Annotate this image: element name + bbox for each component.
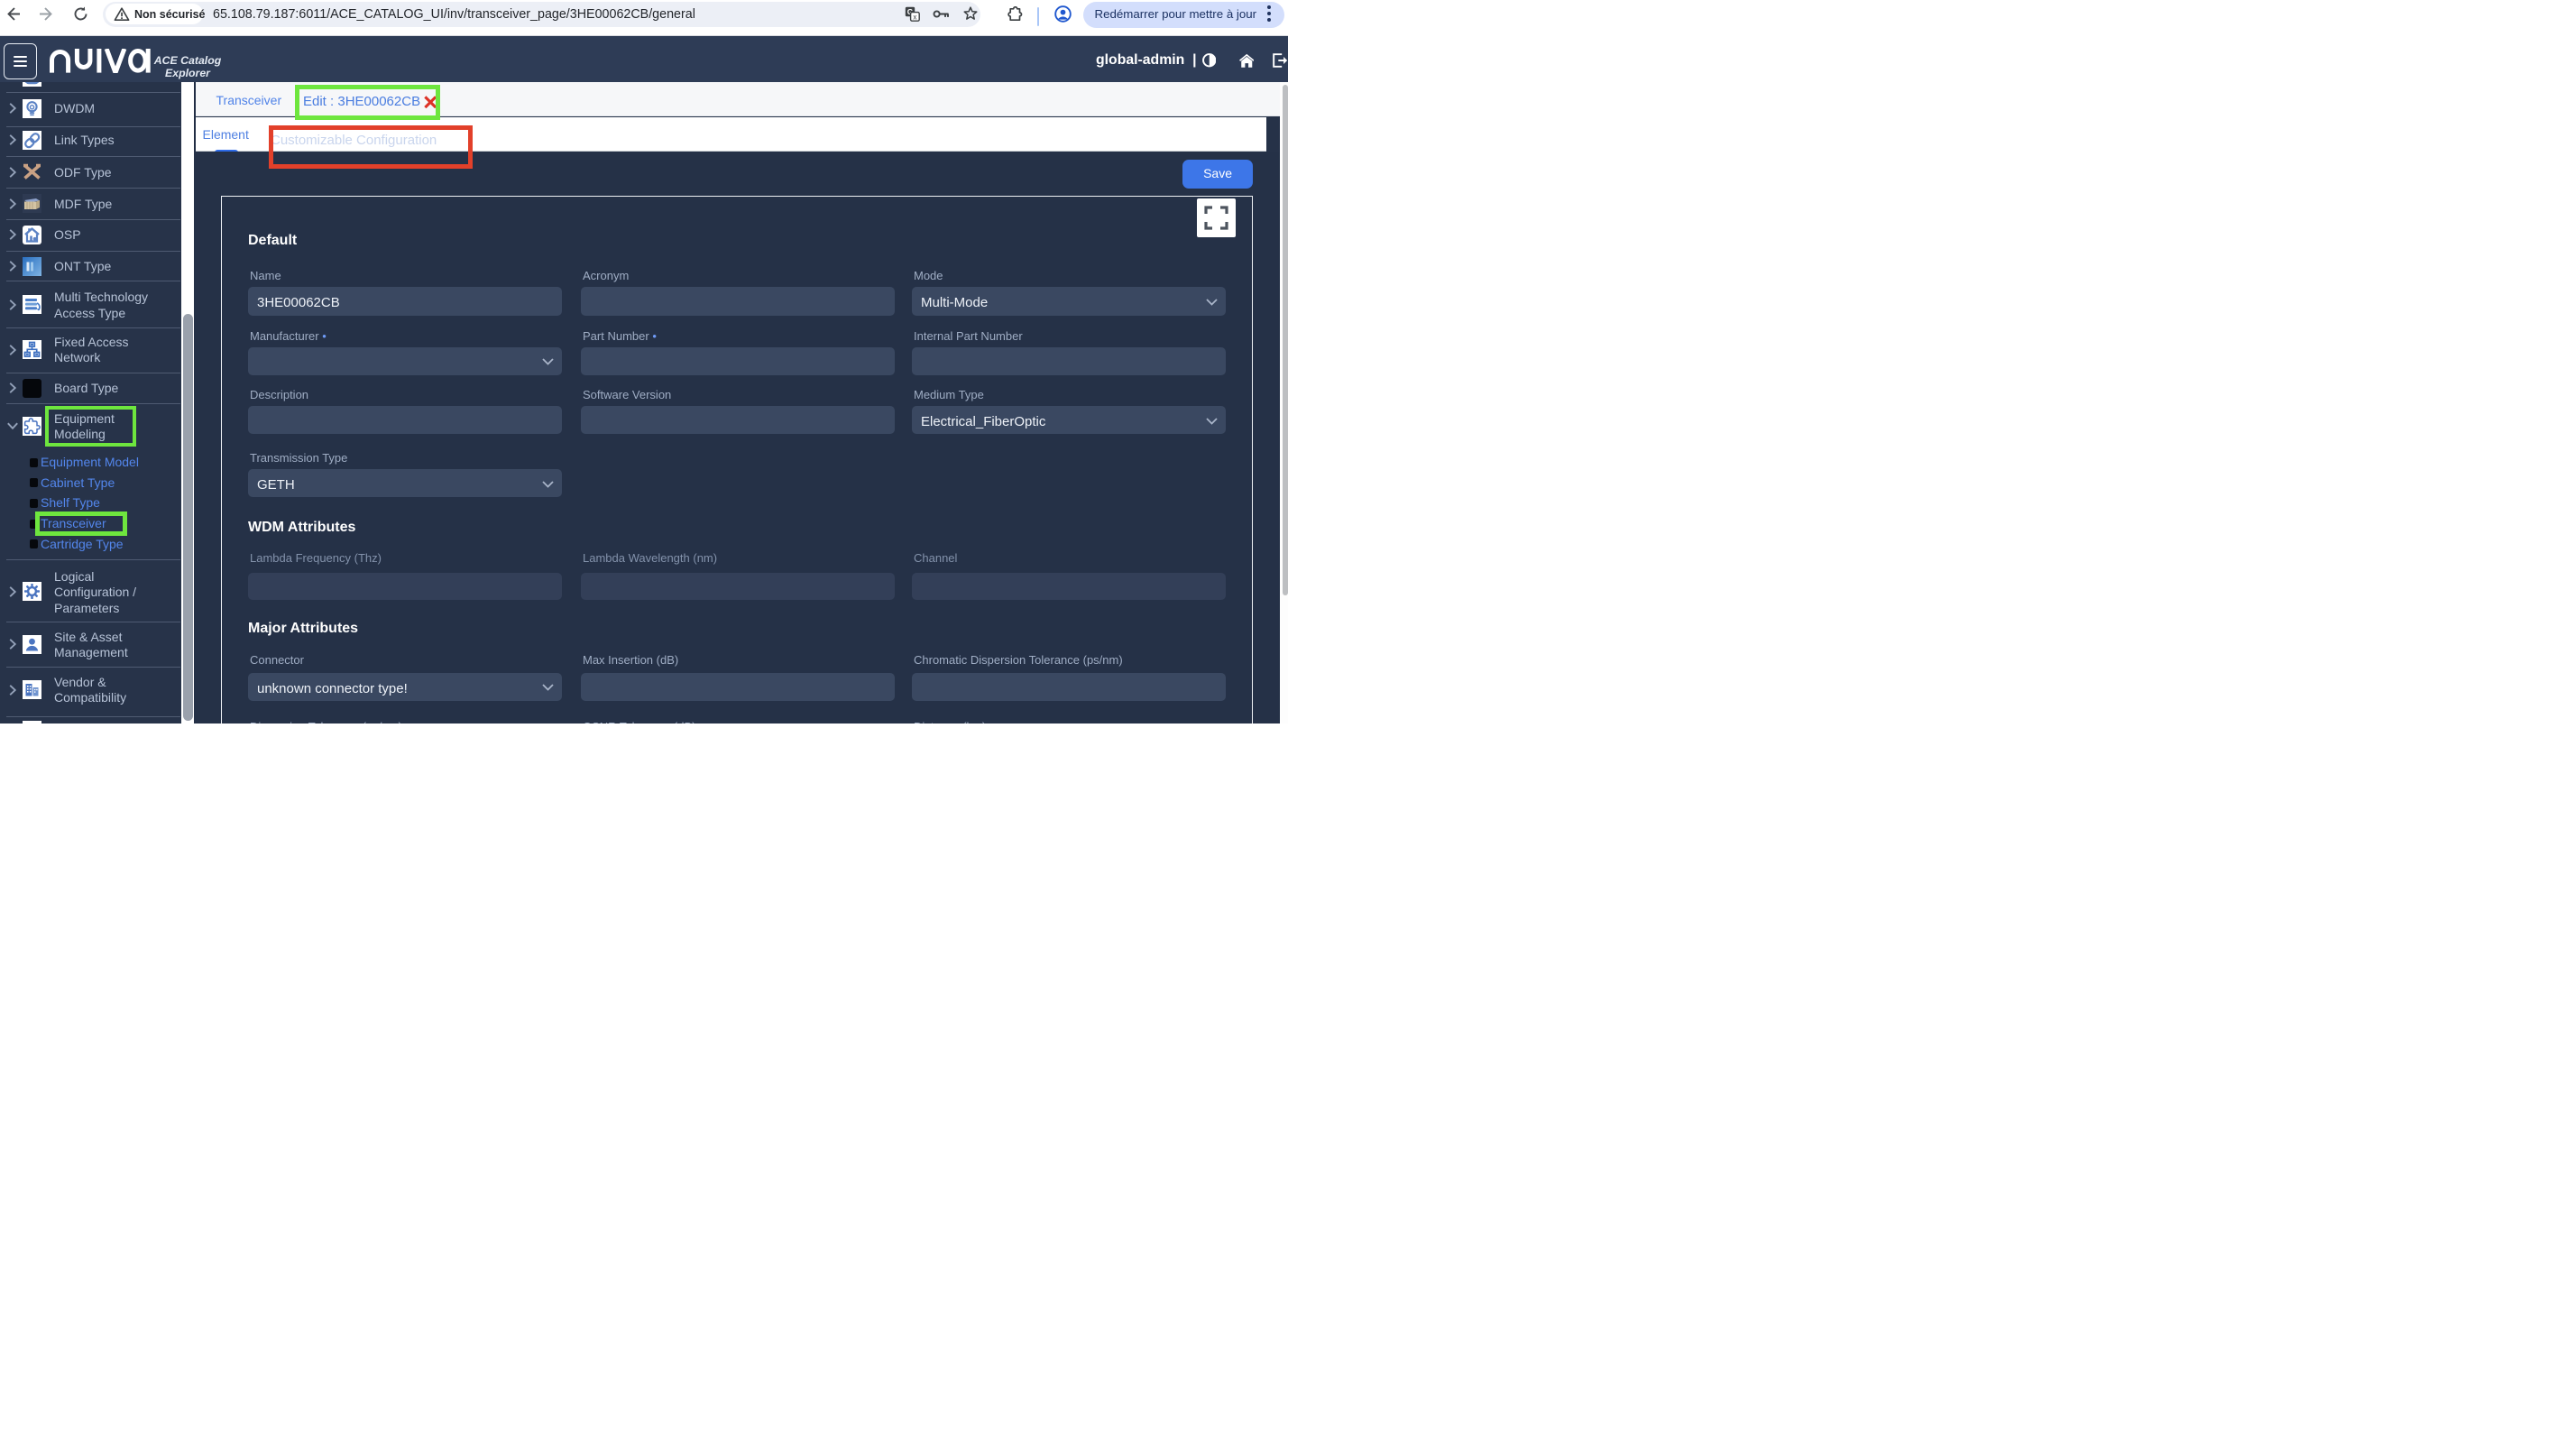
svg-text:x: x — [913, 13, 916, 21]
